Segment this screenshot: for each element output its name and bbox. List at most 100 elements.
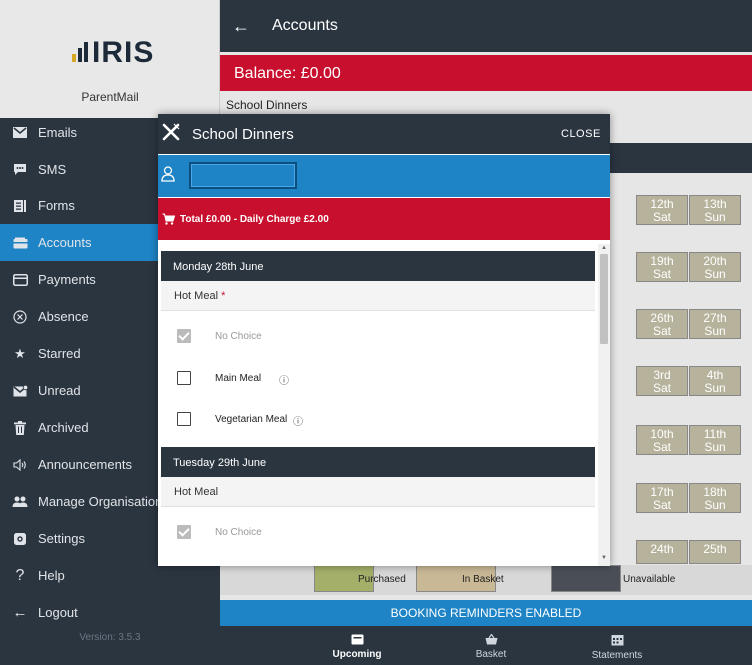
calendar-day-cell[interactable]: 19th Sat: [636, 252, 688, 282]
bottom-nav-basket[interactable]: Basket: [456, 633, 526, 660]
scroll-up-icon[interactable]: ▲: [600, 245, 608, 253]
required-mark: *: [221, 290, 226, 302]
sidebar-item-label: Starred: [38, 346, 81, 361]
version-text: Version: 3.5.3: [79, 632, 141, 643]
option-label: Main Meal: [215, 373, 262, 384]
basket-icon: [456, 633, 526, 648]
meal-option[interactable]: [161, 554, 595, 566]
calendar-day-cell[interactable]: 20th Sun: [689, 252, 741, 282]
checkbox[interactable]: [177, 412, 191, 426]
meal-option[interactable]: Main Meal ⓘ: [161, 359, 595, 397]
bottom-nav-upcoming[interactable]: Upcoming: [322, 634, 392, 660]
app-name: ParentMail: [81, 90, 139, 104]
sidebar-item-label: SMS: [38, 162, 67, 177]
arrow-left-icon: ←: [12, 604, 28, 621]
cell-weekday: Sun: [704, 440, 726, 454]
cell-weekday: Sat: [652, 210, 671, 224]
bottom-nav-label: Basket: [475, 649, 507, 660]
option-label: No Choice: [215, 527, 262, 538]
section-label: School Dinners: [226, 98, 308, 112]
info-icon[interactable]: ⓘ: [279, 372, 289, 387]
speech-bubble-icon: [12, 163, 28, 177]
day-header: Monday 28th June: [161, 251, 595, 281]
sidebar-item-label: Archived: [38, 420, 89, 435]
option-label: Vegetarian Meal: [215, 414, 288, 425]
bottom-nav-label: Statements: [591, 650, 643, 661]
cell-weekday: Sun: [704, 324, 726, 338]
cell-date: 25th: [703, 542, 727, 556]
cell-weekday: Sun: [704, 381, 726, 395]
modal-title: School Dinners: [192, 126, 294, 143]
sidebar-item-label: Accounts: [38, 235, 92, 250]
card-icon: [12, 273, 28, 287]
checkbox[interactable]: [177, 525, 191, 539]
page-title: Accounts: [272, 17, 338, 34]
calendar-day-cell[interactable]: 24th: [636, 540, 688, 564]
scrollbar-thumb[interactable]: [600, 254, 608, 344]
sidebar-item-label: Help: [38, 568, 65, 583]
legend-label: In Basket: [462, 574, 504, 585]
checkbox[interactable]: [177, 371, 191, 385]
cell-weekday: Sat: [652, 440, 671, 454]
cell-date: 24th: [650, 542, 674, 556]
meal-header: Hot Meal *: [161, 281, 595, 311]
logo-bars-icon: [72, 36, 90, 70]
checkbox[interactable]: [177, 329, 191, 343]
scroll-down-icon[interactable]: ▼: [600, 555, 608, 563]
statement-icon: [582, 634, 652, 649]
cell-weekday: Sat: [652, 324, 671, 338]
info-icon[interactable]: ⓘ: [293, 413, 303, 428]
calendar-day-cell[interactable]: 3rd Sat: [636, 366, 688, 396]
calendar-day-cell[interactable]: 12th Sat: [636, 195, 688, 225]
sidebar-item-label: Emails: [38, 125, 78, 140]
app-root: IRIS ParentMail Emails SMS Forms Account…: [0, 0, 752, 665]
cell-weekday: Sun: [704, 210, 726, 224]
legend-swatch-unavailable: [551, 565, 621, 592]
calendar-day-cell[interactable]: 11th Sun: [689, 425, 741, 455]
school-dinners-modal: School Dinners CLOSE Total £0.00 - Daily…: [158, 114, 610, 566]
sidebar-item-label: Absence: [38, 309, 89, 324]
envelope-icon: [12, 126, 28, 140]
option-label: No Choice: [215, 331, 262, 342]
meal-option[interactable]: No Choice: [161, 317, 595, 355]
cart-icon: [162, 213, 176, 228]
legend-label: Unavailable: [623, 574, 676, 585]
calendar-day-cell[interactable]: 4th Sun: [689, 366, 741, 396]
sidebar-item-label: Announcements: [38, 457, 132, 472]
form-icon: [12, 199, 28, 213]
calendar-day-cell[interactable]: 10th Sat: [636, 425, 688, 455]
meal-option[interactable]: Vegetarian Meal ⓘ: [161, 400, 595, 438]
back-arrow-icon[interactable]: ←: [232, 16, 250, 37]
calendar-header-bar: [600, 143, 752, 173]
cell-weekday: Sat: [652, 267, 671, 281]
calendar-day-cell[interactable]: 25th: [689, 540, 741, 564]
close-button[interactable]: CLOSE: [561, 128, 601, 140]
bottom-nav-statements[interactable]: Statements: [582, 634, 652, 661]
iris-logo: IRIS: [72, 36, 154, 70]
question-icon: ?: [15, 566, 25, 584]
calendar-day-cell[interactable]: 26th Sat: [636, 309, 688, 339]
meal-list[interactable]: Monday 28th June Hot Meal * No Choice Ma…: [158, 244, 610, 566]
sidebar-item-label: Manage Organisations: [38, 494, 169, 509]
x-circle-icon: [12, 309, 28, 324]
meal-header: Hot Meal: [161, 477, 595, 507]
calendar-day-cell[interactable]: 27th Sun: [689, 309, 741, 339]
child-name-field[interactable]: [189, 162, 297, 189]
meal-option[interactable]: No Choice: [161, 513, 595, 551]
booking-reminders-banner[interactable]: BOOKING REMINDERS ENABLED: [220, 600, 752, 626]
sidebar-item-label: Unread: [38, 383, 81, 398]
meal-name: Hot Meal: [174, 290, 219, 302]
day-header: Tuesday 29th June: [161, 447, 595, 477]
star-icon: ★: [14, 345, 26, 361]
balance-banner: Balance: £0.00: [220, 55, 752, 91]
speaker-icon: [12, 458, 28, 472]
cell-weekday: Sat: [652, 381, 671, 395]
calendar-day-cell[interactable]: 13th Sun: [689, 195, 741, 225]
calendar-day-cell[interactable]: 18th Sun: [689, 483, 741, 513]
sidebar-item-label: Settings: [38, 531, 85, 546]
sidebar-item-label: Payments: [38, 272, 96, 287]
calendar-day-cell[interactable]: 17th Sat: [636, 483, 688, 513]
gear-icon: [12, 532, 28, 546]
bottom-nav-label: Upcoming: [332, 649, 382, 660]
sidebar-item-logout[interactable]: ← Logout: [0, 594, 220, 631]
